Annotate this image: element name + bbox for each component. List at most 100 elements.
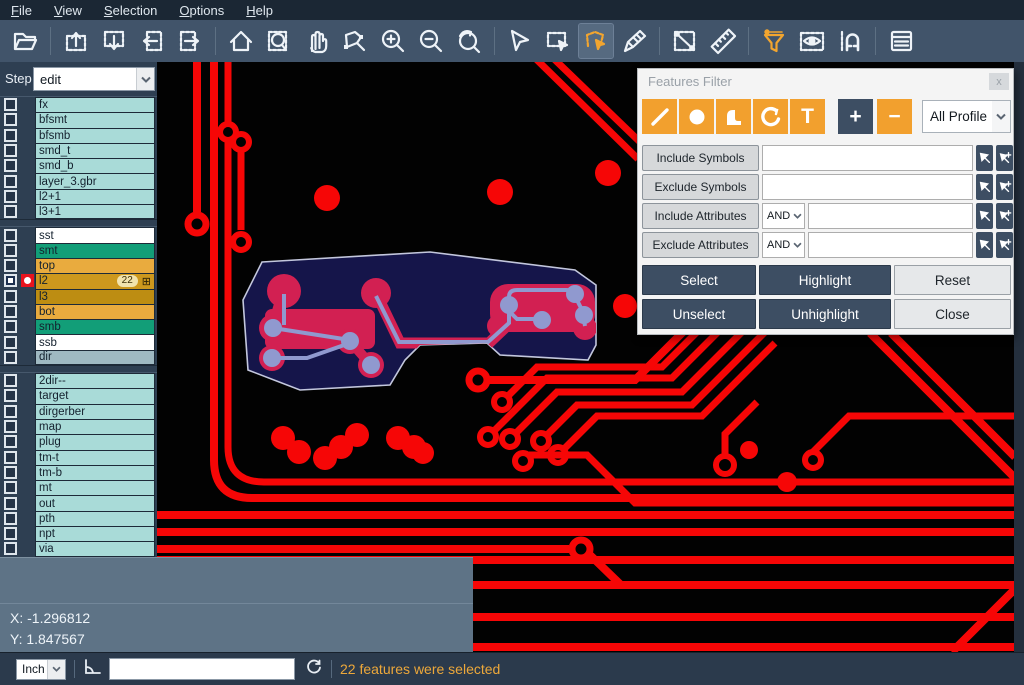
layer-name[interactable]: mt (35, 480, 155, 495)
layer-row-smd_t[interactable]: smd_t (0, 143, 157, 158)
layer-row-tm-t[interactable]: tm-t (0, 450, 157, 465)
step-dropdown[interactable]: edit (33, 67, 155, 91)
layer-row-plug[interactable]: plug (0, 434, 157, 449)
layer-row-dir[interactable]: dir (0, 350, 157, 365)
layer-visibility-checkbox[interactable] (4, 129, 17, 142)
layer-visibility-checkbox[interactable] (4, 144, 17, 157)
active-layer-indicator-cell[interactable] (21, 189, 34, 204)
layer-name[interactable]: dirgerber (35, 404, 155, 419)
layer-visibility-checkbox[interactable] (4, 229, 17, 242)
pan-right-icon[interactable] (173, 24, 207, 58)
select-pointer-icon[interactable] (503, 24, 537, 58)
pan-hand-icon[interactable] (300, 24, 334, 58)
layer-name[interactable]: target (35, 388, 155, 403)
layer-visibility-checkbox[interactable] (4, 451, 17, 464)
profile-dropdown[interactable]: All Profile (922, 100, 1011, 133)
layer-name[interactable]: bfsmt (35, 112, 155, 127)
measure-distance-icon[interactable] (668, 24, 702, 58)
pad-feature-icon[interactable] (679, 99, 714, 134)
include-symbols-input[interactable] (762, 145, 973, 171)
layer-name[interactable]: smb (35, 319, 155, 334)
layer-row-l3+1[interactable]: l3+1 (0, 204, 157, 219)
layer-row-l2+1[interactable]: l2+1 (0, 189, 157, 204)
features-filter-funnel-icon[interactable] (757, 24, 791, 58)
line-feature-icon[interactable] (642, 99, 677, 134)
refresh-icon[interactable] (305, 658, 323, 681)
layer-visibility-checkbox[interactable] (4, 244, 17, 257)
layer-visibility-checkbox[interactable] (4, 374, 17, 387)
layer-visibility-checkbox[interactable] (4, 420, 17, 433)
pan-up-icon[interactable] (59, 24, 93, 58)
active-layer-indicator-cell[interactable] (21, 173, 34, 188)
layer-row-target[interactable]: target (0, 388, 157, 403)
active-layer-indicator-cell[interactable] (21, 227, 34, 242)
pick-symbol-icon[interactable] (976, 145, 993, 171)
select-rectangle-icon[interactable] (541, 24, 575, 58)
layer-visibility-checkbox[interactable] (4, 159, 17, 172)
layer-row-2dir--[interactable]: 2dir-- (0, 373, 157, 388)
menu-selection[interactable]: Selection (93, 2, 168, 19)
active-layer-indicator-cell[interactable] (21, 495, 34, 510)
layer-name[interactable]: layer_3.gbr (35, 173, 155, 188)
layer-name[interactable]: tm-t (35, 450, 155, 465)
layer-name[interactable]: tm-b (35, 465, 155, 480)
layer-visibility-checkbox[interactable] (4, 351, 17, 364)
layer-name[interactable]: bot (35, 304, 155, 319)
pick-symbol-icon[interactable] (976, 174, 993, 200)
active-layer-indicator-cell[interactable] (21, 480, 34, 495)
surface-feature-icon[interactable] (716, 99, 751, 134)
layer-row-bfsmt[interactable]: bfsmt (0, 112, 157, 127)
layer-visibility-checkbox[interactable] (4, 113, 17, 126)
layer-row-top[interactable]: top (0, 258, 157, 273)
active-layer-indicator-cell[interactable] (21, 404, 34, 419)
active-layer-indicator-cell[interactable] (21, 334, 34, 349)
active-layer-indicator-cell[interactable] (21, 243, 34, 258)
open-folder-icon[interactable] (8, 24, 42, 58)
layer-row-l2[interactable]: l222⊞ (0, 273, 157, 288)
layers-panel-icon[interactable] (884, 24, 918, 58)
arc-feature-icon[interactable] (753, 99, 788, 134)
active-layer-indicator-cell[interactable] (21, 158, 34, 173)
layer-row-npt[interactable]: npt (0, 526, 157, 541)
exclude-symbols-button[interactable]: Exclude Symbols (642, 174, 759, 200)
include-attributes-input[interactable] (808, 203, 973, 229)
layer-row-smb[interactable]: smb (0, 319, 157, 334)
include-attributes-button[interactable]: Include Attributes (642, 203, 759, 229)
layer-visibility-checkbox[interactable] (4, 190, 17, 203)
layer-name[interactable]: l3+1 (35, 204, 155, 219)
layer-name[interactable]: smd_t (35, 143, 155, 158)
exclude-attributes-button[interactable]: Exclude Attributes (642, 232, 759, 258)
layer-name[interactable]: smt (35, 243, 155, 258)
layer-visibility-checkbox[interactable] (4, 435, 17, 448)
zoom-out-icon[interactable] (414, 24, 448, 58)
layer-row-smd_b[interactable]: smd_b (0, 158, 157, 173)
layer-name[interactable]: dir (35, 350, 155, 365)
exclude-attributes-input[interactable] (808, 232, 973, 258)
layer-row-ssb[interactable]: ssb (0, 334, 157, 349)
pick-attribute-icon[interactable] (976, 203, 993, 229)
command-input[interactable] (109, 658, 295, 680)
layer-name[interactable]: l222⊞ (35, 273, 155, 288)
menu-view[interactable]: View (43, 2, 93, 19)
layer-visibility-checkbox[interactable] (4, 527, 17, 540)
layer-name[interactable]: ssb (35, 334, 155, 349)
layer-row-mt[interactable]: mt (0, 480, 157, 495)
pan-left-icon[interactable] (135, 24, 169, 58)
zoom-previous-icon[interactable] (452, 24, 486, 58)
layer-row-bot[interactable]: bot (0, 304, 157, 319)
select-polygon-icon[interactable] (579, 24, 613, 58)
layer-row-bfsmb[interactable]: bfsmb (0, 128, 157, 143)
layer-name[interactable]: l3 (35, 289, 155, 304)
active-layer-indicator-cell[interactable] (21, 273, 34, 288)
layer-visibility-checkbox[interactable] (4, 466, 17, 479)
layer-row-tm-b[interactable]: tm-b (0, 465, 157, 480)
include-symbols-button[interactable]: Include Symbols (642, 145, 759, 171)
layer-name[interactable]: sst (35, 227, 155, 242)
layer-visibility-checkbox[interactable] (4, 259, 17, 272)
active-layer-indicator-cell[interactable] (21, 450, 34, 465)
menu-help[interactable]: Help (235, 2, 284, 19)
view-options-eye-icon[interactable] (795, 24, 829, 58)
layer-name[interactable]: top (35, 258, 155, 273)
layer-name[interactable]: bfsmb (35, 128, 155, 143)
layer-name[interactable]: fx (35, 97, 155, 112)
